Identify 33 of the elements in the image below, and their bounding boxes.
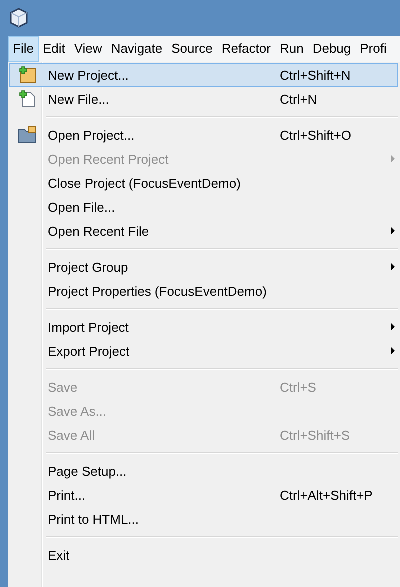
shortcut-text: Ctrl+Shift+N	[280, 68, 351, 82]
menu-bar-item[interactable]: Run	[274, 36, 309, 62]
new-project-icon	[19, 66, 37, 84]
menu-item[interactable]: New File... Ctrl+N	[9, 87, 398, 111]
menu-item[interactable]: Page Setup...	[9, 459, 398, 483]
menu-item[interactable]: Open Project... Ctrl+Shift+O	[9, 123, 398, 147]
menu-bar-item[interactable]: Navigate	[106, 36, 168, 62]
shortcut-text: Ctrl+Shift+O	[280, 128, 352, 142]
folder-icon	[18, 126, 38, 144]
menu-item[interactable]: Project Properties (FocusEventDemo)	[9, 279, 398, 303]
menu-bar-item[interactable]: File	[8, 36, 39, 62]
shortcut-text: Ctrl+S	[280, 380, 316, 394]
menu-bar-item[interactable]: Source	[166, 36, 218, 62]
menu-item[interactable]: Exit	[9, 543, 398, 567]
menu-item[interactable]: New Project... Ctrl+Shift+N	[9, 63, 398, 87]
menu-item[interactable]: Export Project	[9, 339, 398, 363]
menu-item[interactable]: Open Recent File	[9, 219, 398, 243]
new-file-icon	[19, 90, 37, 108]
cube-icon	[10, 8, 28, 28]
menu-bar-item[interactable]: Debug	[308, 36, 356, 62]
menu-item[interactable]: Import Project	[9, 315, 398, 339]
menu-bar-item[interactable]: View	[69, 36, 108, 62]
menu-item[interactable]: Open File...	[9, 195, 398, 219]
menu-item[interactable]: Project Group	[9, 255, 398, 279]
menu-bar-item[interactable]: Refactor	[216, 36, 276, 62]
menu-item[interactable]: Print to HTML...	[9, 507, 398, 531]
menu-bar-item[interactable]: Profi	[355, 36, 392, 62]
menu-item[interactable]: Print... Ctrl+Alt+Shift+P	[9, 483, 398, 507]
menu-bar-item[interactable]: Edit	[38, 36, 70, 62]
shortcut-text: Ctrl+N	[280, 92, 318, 106]
shortcut-text: Ctrl+Alt+Shift+P	[280, 488, 373, 502]
menu-item[interactable]: Close Project (FocusEventDemo)	[9, 171, 398, 195]
shortcut-text: Ctrl+Shift+S	[280, 428, 350, 442]
